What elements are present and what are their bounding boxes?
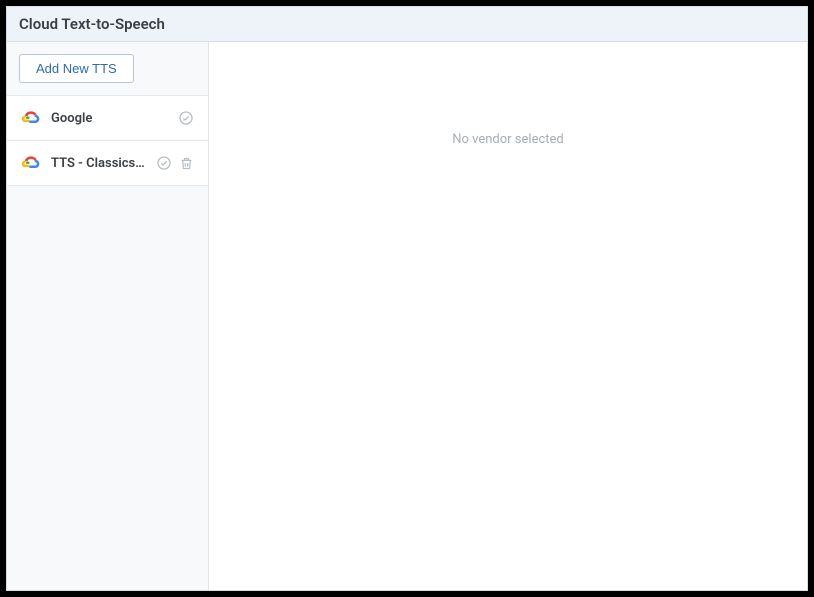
- vendor-item-tts-classics[interactable]: TTS - Classics ...: [7, 141, 208, 186]
- vendor-list: Google: [7, 96, 208, 186]
- check-circle-icon[interactable]: [156, 155, 172, 171]
- sidebar-toolbar: Add New TTS: [7, 42, 208, 96]
- vendor-actions: [178, 110, 194, 126]
- google-cloud-icon: [21, 153, 41, 173]
- page-title: Cloud Text-to-Speech: [19, 15, 795, 33]
- main-panel: No vendor selected: [209, 42, 807, 590]
- check-circle-icon[interactable]: [178, 110, 194, 126]
- header-bar: Cloud Text-to-Speech: [7, 7, 807, 42]
- app-window: Cloud Text-to-Speech Add New TTS: [6, 6, 808, 591]
- vendor-label: Google: [51, 111, 168, 126]
- trash-icon[interactable]: [178, 155, 194, 171]
- vendor-actions: [156, 155, 194, 171]
- sidebar: Add New TTS Google: [7, 42, 209, 590]
- empty-state-message: No vendor selected: [452, 132, 564, 147]
- add-new-tts-button[interactable]: Add New TTS: [19, 54, 134, 83]
- vendor-label: TTS - Classics ...: [51, 156, 146, 171]
- app-body: Add New TTS Google: [7, 42, 807, 590]
- google-cloud-icon: [21, 108, 41, 128]
- vendor-item-google[interactable]: Google: [7, 96, 208, 141]
